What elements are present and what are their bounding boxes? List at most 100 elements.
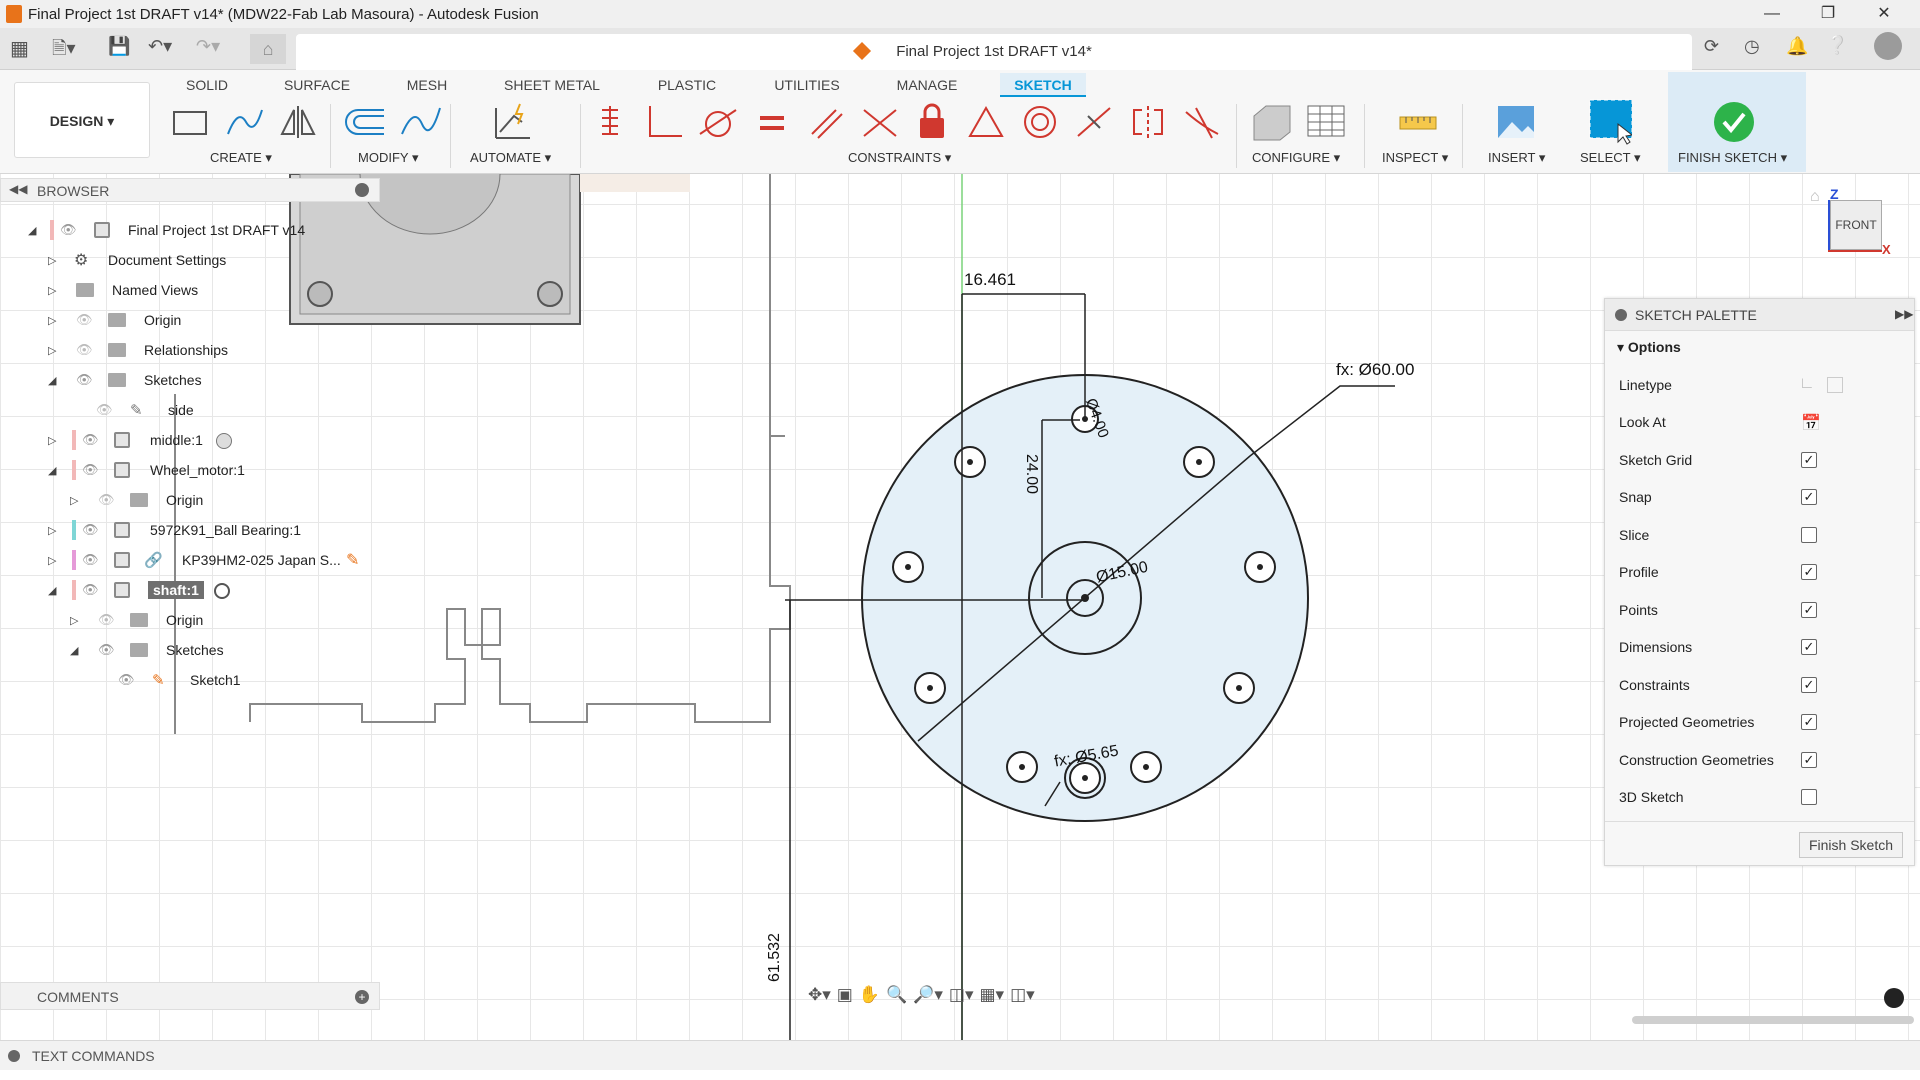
undo-icon[interactable]: ↶▾ (148, 36, 172, 57)
linetype-construction-icon[interactable]: ∟ (1799, 375, 1815, 393)
tangent-constraint-icon[interactable] (696, 100, 740, 144)
add-comment-icon[interactable]: + (355, 990, 369, 1004)
points-checkbox[interactable]: ✓ (1801, 602, 1817, 618)
tab-sketch[interactable]: SKETCH (1000, 73, 1086, 97)
rectangle-tool-icon[interactable] (168, 100, 212, 144)
collapsed-caret-icon[interactable]: ▷ (48, 254, 56, 267)
file-menu-icon[interactable]: 🗎▾ (52, 36, 76, 66)
visibility-eye-icon[interactable]: 👁 (82, 522, 99, 538)
3d-sketch-checkbox[interactable] (1801, 789, 1817, 805)
snap-checkbox[interactable]: ✓ (1801, 489, 1817, 505)
browser-item-motor-origin[interactable]: ▷ 👁 Origin (70, 486, 203, 514)
browser-panel-header[interactable]: ◀◀ BROWSER (0, 178, 380, 202)
fix-constraint-icon[interactable] (588, 100, 632, 144)
browser-item-root[interactable]: ◢ 👁 Final Project 1st DRAFT v14 (28, 216, 305, 244)
home-view-icon[interactable]: ⌂ (1810, 188, 1820, 206)
collapse-browser-icon[interactable]: ◀◀ (9, 182, 27, 196)
tab-solid[interactable]: SOLID (172, 73, 242, 97)
browser-pin-icon[interactable] (355, 183, 369, 197)
hidden-eye-icon[interactable]: 👁 (98, 612, 115, 628)
inspect-menu[interactable]: INSPECT ▾ (1382, 150, 1448, 166)
slice-checkbox[interactable] (1801, 527, 1817, 543)
activate-radio-icon[interactable] (216, 433, 232, 449)
palette-collapse-icon[interactable] (1615, 309, 1627, 321)
browser-item-origin[interactable]: ▷ 👁 Origin (48, 306, 181, 334)
save-icon[interactable]: 💾 (108, 36, 130, 57)
front-face[interactable]: FRONT (1830, 200, 1882, 250)
notifications-icon[interactable]: 🔔 (1786, 36, 1808, 57)
tab-plastic[interactable]: PLASTIC (648, 73, 726, 97)
horizontal-scrollbar[interactable] (1632, 1016, 1914, 1024)
hidden-eye-icon[interactable]: 👁 (76, 342, 93, 358)
browser-item-sketch1[interactable]: 👁 ✎ Sketch1 (118, 666, 241, 694)
zoom-icon[interactable]: 🔍 (886, 985, 907, 1005)
visibility-eye-icon[interactable]: 👁 (82, 582, 99, 598)
browser-item-shaft[interactable]: ◢ 👁 shaft:1 (48, 576, 230, 604)
display-settings-icon[interactable]: ◫▾ (949, 985, 974, 1005)
expanded-caret-icon[interactable]: ◢ (48, 464, 56, 477)
tab-utilities[interactable]: UTILITIES (764, 73, 850, 97)
mirror-tool-icon[interactable] (276, 100, 320, 144)
visibility-eye-icon[interactable]: 👁 (76, 372, 93, 388)
hidden-eye-icon[interactable]: 👁 (98, 492, 115, 508)
visibility-eye-icon[interactable]: 👁 (82, 462, 99, 478)
line-spline-tool-icon[interactable] (222, 100, 266, 144)
help-icon[interactable]: ❔ (1826, 35, 1848, 56)
parallel-constraint-icon[interactable] (804, 100, 848, 144)
tab-mesh[interactable]: MESH (396, 73, 458, 97)
finish-sketch-check-icon[interactable] (1712, 100, 1756, 144)
configure-menu[interactable]: CONFIGURE ▾ (1252, 150, 1340, 166)
select-menu[interactable]: SELECT ▾ (1580, 150, 1640, 166)
tab-manage[interactable]: MANAGE (890, 73, 964, 97)
symmetry-constraint-icon[interactable] (1126, 100, 1170, 144)
linetype-centerline-icon[interactable] (1827, 377, 1843, 393)
status-indicator-icon[interactable] (1884, 988, 1904, 1008)
collapsed-caret-icon[interactable]: ▷ (48, 554, 56, 567)
collapsed-caret-icon[interactable]: ▷ (48, 524, 56, 537)
offset-tool-icon[interactable] (344, 100, 388, 144)
construction-geometries-checkbox[interactable]: ✓ (1801, 752, 1817, 768)
fit-spline-tool-icon[interactable] (398, 100, 442, 144)
expanded-caret-icon[interactable]: ◢ (48, 374, 56, 387)
perpendicular-constraint-icon[interactable] (642, 100, 686, 144)
collapsed-caret-icon[interactable]: ▷ (48, 344, 56, 357)
tab-surface[interactable]: SURFACE (276, 73, 358, 97)
browser-item-sketches[interactable]: ◢ 👁 Sketches (48, 366, 202, 394)
look-at-icon[interactable]: ▣ (837, 985, 853, 1005)
user-avatar[interactable] (1874, 32, 1902, 60)
constraints-menu[interactable]: CONSTRAINTS ▾ (848, 150, 951, 166)
finish-sketch-menu[interactable]: FINISH SKETCH ▾ (1678, 150, 1787, 166)
modify-menu[interactable]: MODIFY ▾ (358, 150, 418, 166)
expanded-caret-icon[interactable]: ◢ (48, 584, 56, 597)
sketch-grid-checkbox[interactable]: ✓ (1801, 452, 1817, 468)
projected-geometries-checkbox[interactable]: ✓ (1801, 714, 1817, 730)
active-radio-icon[interactable] (214, 583, 230, 599)
equal-constraint-icon[interactable] (750, 100, 794, 144)
browser-item-ball-bearing[interactable]: ▷ 👁 5972K91_Ball Bearing:1 (48, 516, 301, 544)
minimize-button[interactable]: — (1744, 0, 1800, 28)
automate-menu[interactable]: AUTOMATE ▾ (470, 150, 551, 166)
create-menu[interactable]: CREATE ▾ (210, 150, 272, 166)
browser-item-sketch-side[interactable]: 👁 ✎ side (96, 396, 194, 424)
browser-item-middle[interactable]: ▷ 👁 middle:1 (48, 426, 232, 454)
visibility-eye-icon[interactable]: 👁 (82, 432, 99, 448)
select-icon[interactable] (1588, 99, 1632, 145)
collapsed-caret-icon[interactable]: ▷ (48, 284, 56, 297)
dimension-width[interactable]: 16.461 (964, 270, 1016, 290)
close-window-button[interactable]: ✕ (1856, 0, 1912, 28)
browser-item-document-settings[interactable]: ▷ ⚙ Document Settings (48, 246, 226, 274)
dimensions-checkbox[interactable]: ✓ (1801, 639, 1817, 655)
data-panel-grid-icon[interactable]: ▦ (10, 36, 29, 61)
collapsed-caret-icon[interactable]: ▷ (48, 434, 56, 447)
browser-item-shaft-sketches[interactable]: ◢ 👁 Sketches (70, 636, 224, 664)
home-icon[interactable]: ⌂ (250, 34, 286, 64)
pan-icon[interactable]: ✋ (859, 985, 880, 1005)
visibility-eye-icon[interactable]: 👁 (60, 222, 77, 238)
extensions-icon[interactable]: ⟳ (1704, 36, 1719, 57)
hidden-eye-icon[interactable]: 👁 (76, 312, 93, 328)
configure-table-icon[interactable] (1304, 100, 1348, 144)
browser-item-motor-link[interactable]: ▷ 👁 🔗 KP39HM2-025 Japan S... ✎ (48, 546, 359, 574)
options-section[interactable]: ▾ Options (1617, 339, 1681, 356)
visibility-eye-icon[interactable]: 👁 (118, 672, 135, 688)
orbit-icon[interactable]: ✥▾ (808, 985, 831, 1005)
